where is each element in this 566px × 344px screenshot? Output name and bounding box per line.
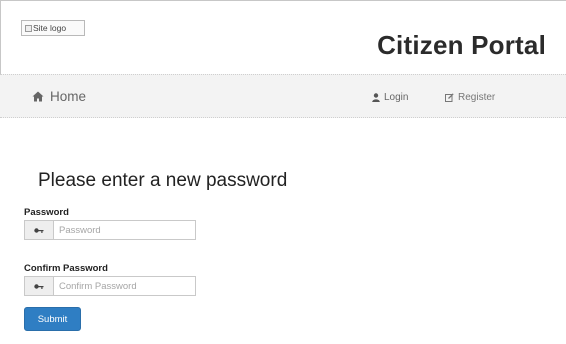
confirm-password-field-group <box>24 276 196 296</box>
site-header: Site logo Citizen Portal <box>0 0 566 74</box>
nav-home-label: Home <box>50 89 87 104</box>
nav-login-link[interactable]: Login <box>372 92 408 103</box>
password-field-group <box>24 220 196 240</box>
key-icon <box>34 283 44 289</box>
nav-register-link[interactable]: Register <box>445 92 495 103</box>
brand-title: Citizen Portal <box>377 30 546 60</box>
broken-image-icon <box>25 25 32 32</box>
page-title: Please enter a new password <box>38 170 288 191</box>
confirm-password-input[interactable] <box>53 276 196 296</box>
user-icon <box>372 93 380 102</box>
nav-register-label: Register <box>458 92 496 103</box>
home-icon <box>32 91 44 102</box>
confirm-password-addon <box>24 276 53 296</box>
confirm-password-label: Confirm Password <box>24 263 108 274</box>
navbar: Home Login Register <box>0 74 566 118</box>
nav-home-link[interactable]: Home <box>32 89 86 104</box>
nav-login-label: Login <box>384 92 409 103</box>
password-addon <box>24 220 53 240</box>
submit-button[interactable]: Submit <box>24 307 81 331</box>
password-input[interactable] <box>53 220 196 240</box>
key-icon <box>34 227 44 233</box>
site-logo-alt-text: Site logo <box>33 23 67 33</box>
site-logo[interactable]: Site logo <box>21 20 85 36</box>
edit-icon <box>445 93 454 102</box>
password-label: Password <box>24 207 69 218</box>
